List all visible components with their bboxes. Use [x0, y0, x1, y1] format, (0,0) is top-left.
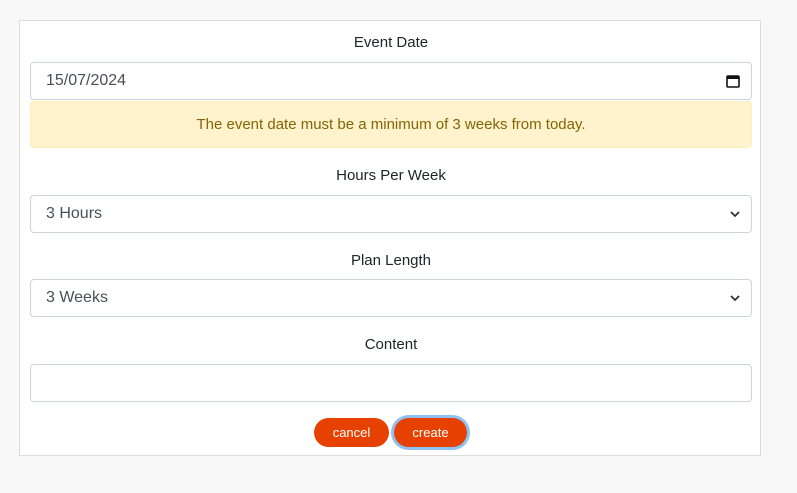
create-button[interactable]: create: [394, 418, 467, 447]
plan-length-select[interactable]: 3 Weeks: [30, 279, 752, 317]
plan-length-value: 3 Weeks: [46, 289, 108, 306]
chevron-down-icon: [729, 292, 741, 304]
event-date-label: Event Date: [353, 34, 429, 51]
cancel-button[interactable]: cancel: [314, 418, 389, 447]
alert-text: The event date must be a minimum of 3 we…: [196, 116, 586, 133]
event-form-card: Event Date 15/07/2024 The event date mus…: [19, 20, 761, 456]
content-input[interactable]: [30, 364, 752, 402]
event-date-warning-alert: The event date must be a minimum of 3 we…: [30, 101, 752, 148]
calendar-icon[interactable]: [725, 73, 741, 89]
hours-per-week-select[interactable]: 3 Hours: [30, 195, 752, 233]
chevron-down-icon: [729, 208, 741, 220]
event-date-input[interactable]: 15/07/2024: [30, 62, 752, 100]
content-label: Content: [364, 336, 418, 353]
plan-length-label: Plan Length: [350, 252, 432, 269]
hours-per-week-label: Hours Per Week: [336, 167, 446, 184]
hours-per-week-value: 3 Hours: [46, 205, 103, 222]
event-date-value: 15/07/2024: [46, 72, 127, 89]
